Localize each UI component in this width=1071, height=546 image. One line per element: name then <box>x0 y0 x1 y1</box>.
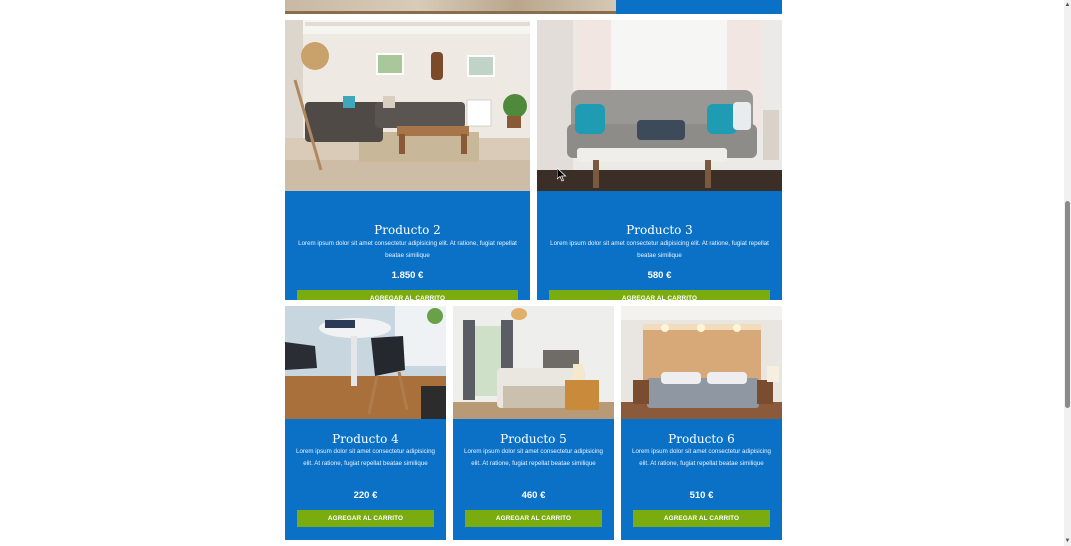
product-6-image[interactable] <box>621 306 782 419</box>
triangle-down-icon[interactable]: ▼ <box>1064 536 1071 546</box>
product-6-price: 510 € <box>689 490 714 501</box>
product-4-image[interactable] <box>285 306 446 419</box>
product-grid-page: Producto 2 Lorem ipsum dolor sit amet co… <box>0 0 1064 546</box>
mouse-pointer-icon <box>557 168 567 182</box>
product-4-price: 220 € <box>353 490 378 501</box>
product-5-price: 460 € <box>521 490 546 501</box>
product-card-6: Producto 6 Lorem ipsum dolor sit amet co… <box>621 306 782 540</box>
product-2-title[interactable]: Producto 2 <box>285 223 530 237</box>
product-5-title[interactable]: Producto 5 <box>453 432 614 446</box>
add-to-cart-button-product-2[interactable]: AGREGAR AL CARRITO <box>297 290 518 300</box>
product-6-title[interactable]: Producto 6 <box>621 432 782 446</box>
add-to-cart-button-product-3[interactable]: AGREGAR AL CARRITO <box>549 290 770 300</box>
add-to-cart-button-product-6[interactable]: AGREGAR AL CARRITO <box>633 510 770 527</box>
triangle-up-icon[interactable]: ▲ <box>1064 0 1071 10</box>
product-card-5: Producto 5 Lorem ipsum dolor sit amet co… <box>453 306 614 540</box>
product-2-description: Lorem ipsum dolor sit amet consectetur a… <box>298 240 517 259</box>
product-4-description: Lorem ipsum dolor sit amet consectetur a… <box>296 448 435 467</box>
product-3-price: 580 € <box>647 270 672 281</box>
product-3-title[interactable]: Producto 3 <box>537 223 782 237</box>
product-2-price: 1.850 € <box>391 270 424 281</box>
product-2-image[interactable] <box>285 20 530 191</box>
product-3-image[interactable] <box>537 20 782 191</box>
scrollbar-thumb[interactable] <box>1065 201 1070 408</box>
add-to-cart-button-product-4[interactable]: AGREGAR AL CARRITO <box>297 510 434 527</box>
add-to-cart-button-product-5[interactable]: AGREGAR AL CARRITO <box>465 510 602 527</box>
product-card-2: Producto 2 Lorem ipsum dolor sit amet co… <box>285 20 530 300</box>
product-card-3: Producto 3 Lorem ipsum dolor sit amet co… <box>537 20 782 300</box>
product-3-description: Lorem ipsum dolor sit amet consectetur a… <box>550 240 769 259</box>
previous-product-row-partial <box>285 0 782 14</box>
product-6-description: Lorem ipsum dolor sit amet consectetur a… <box>632 448 771 467</box>
product-5-image[interactable] <box>453 306 614 419</box>
product-card-4: Producto 4 Lorem ipsum dolor sit amet co… <box>285 306 446 540</box>
product-4-title[interactable]: Producto 4 <box>285 432 446 446</box>
product-1-image-partial <box>285 0 616 14</box>
vertical-scrollbar[interactable]: ▲ ▼ <box>1064 0 1071 546</box>
product-card-partial <box>616 0 782 14</box>
product-5-description: Lorem ipsum dolor sit amet consectetur a… <box>464 448 603 467</box>
